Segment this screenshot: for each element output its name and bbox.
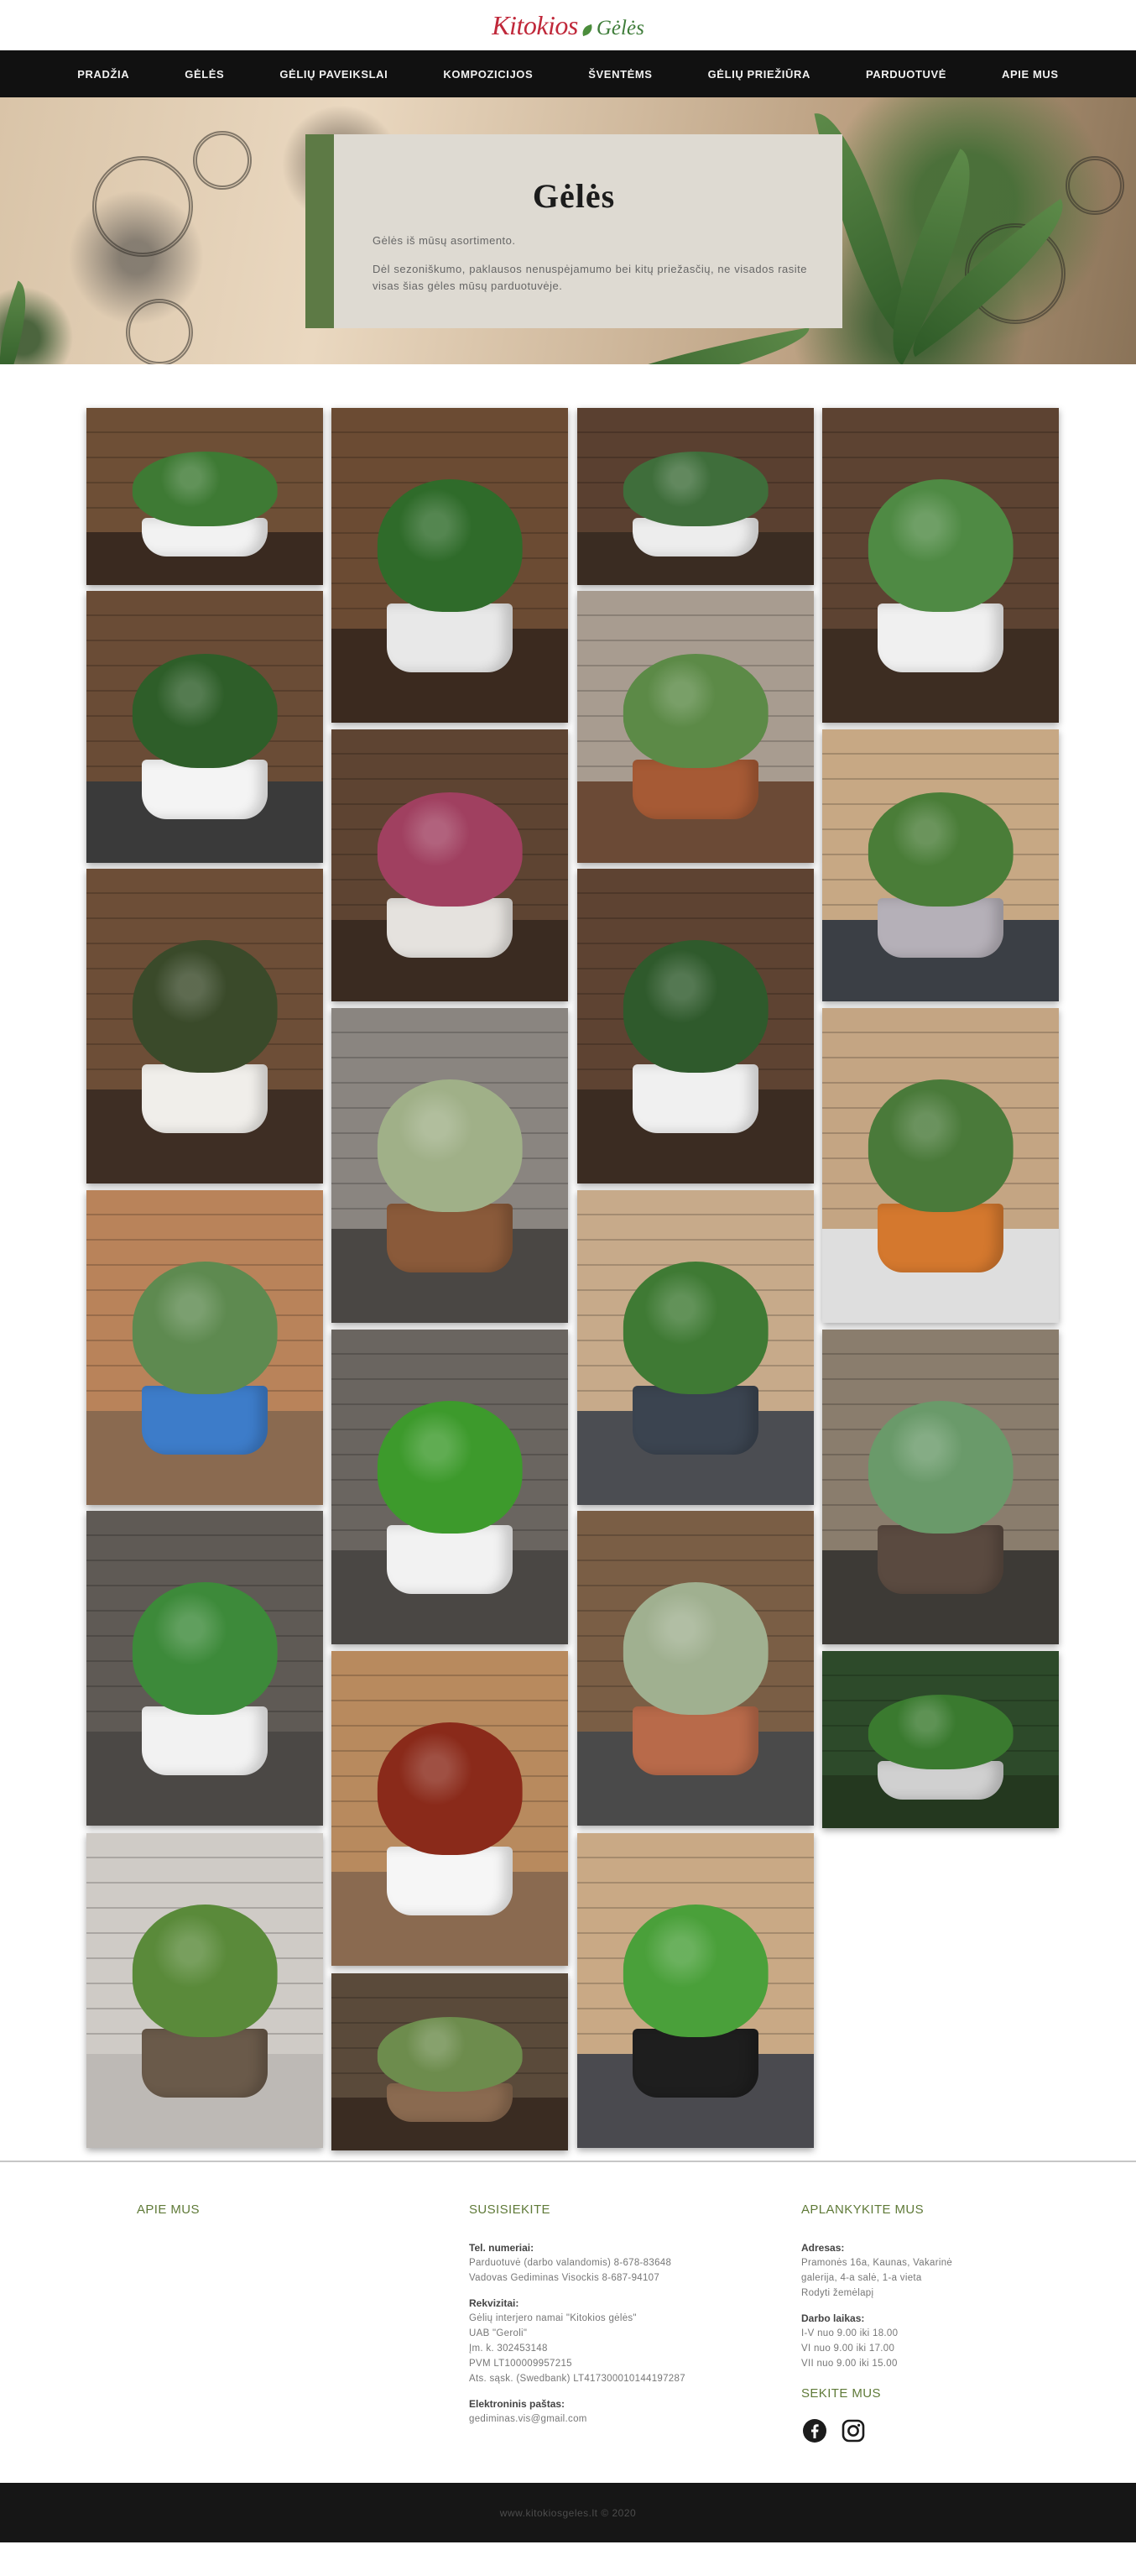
requisite-line: PVM LT100009957215: [469, 2359, 572, 2369]
gallery-photo-crassula-white-pot[interactable]: [577, 1190, 814, 1505]
gallery-photo-fern-like-green-plant[interactable]: [822, 1651, 1059, 1828]
hero-spiral-decoration: [92, 156, 193, 257]
gallery-photo-hoya-vine-stakes[interactable]: [86, 1833, 323, 2148]
nav-item-parduotuve[interactable]: PARDUOTUVĖ: [838, 68, 974, 81]
page-title: Gėlės: [532, 177, 616, 215]
logo-leaf-icon: [580, 24, 595, 36]
gallery-photo-hoya-variegated-vine[interactable]: [822, 1330, 1059, 1644]
requisite-line: Įm. k. 302453148: [469, 2343, 548, 2354]
footer-contact-column: SUSISIEKITE Tel. numeriai: Parduotuvė (d…: [469, 2202, 788, 2427]
gallery-photo-bonsai-ficus-white-pot[interactable]: [86, 591, 323, 863]
requisite-line: Gėlių interjero namai "Kitokios gėlės": [469, 2313, 637, 2323]
logo-sub-text: Gėlės: [596, 16, 644, 39]
gallery-photo-three-potted-green-plants[interactable]: [331, 408, 568, 723]
gallery-photo-three-haworthia-succulents[interactable]: [331, 1008, 568, 1323]
hero-spiral-decoration: [126, 299, 193, 364]
main-navigation: PRADŽIA GĖLĖS GĖLIŲ PAVEIKSLAI KOMPOZICI…: [0, 50, 1136, 97]
nav-item-sventems[interactable]: ŠVENTĖMS: [560, 68, 680, 81]
phones-label: Tel. numeriai:: [469, 2242, 534, 2254]
copyright-bar: www.kitokiosgeles.lt © 2020: [0, 2483, 1136, 2542]
requisite-line: UAB "Geroli": [469, 2328, 528, 2338]
hours-line: VII nuo 9.00 iki 15.00: [801, 2359, 898, 2369]
nav-item-geles[interactable]: GĖLĖS: [157, 68, 252, 81]
footer-visit-heading: APLANKYKITE MUS: [801, 2202, 925, 2217]
site-header: Kitokios Gėlės: [0, 0, 1136, 50]
gallery-photo-red-peperomia-plant[interactable]: [331, 1651, 568, 1966]
footer-about-heading: APIE MUS: [137, 2202, 200, 2217]
gallery-photo-small-tree-grey-pot[interactable]: [822, 729, 1059, 1001]
footer-about-column: APIE MUS: [137, 2202, 200, 2242]
address-label: Adresas:: [801, 2242, 845, 2254]
site-footer: APIE MUS SUSISIEKITE Tel. numeriai: Pard…: [0, 2161, 1136, 2483]
hero-intro-text: Gėlės iš mūsų asortimento.: [373, 234, 516, 247]
email-link[interactable]: gediminas.vis@gmail.com: [469, 2411, 788, 2427]
nav-item-geliu-paveikslai[interactable]: GĖLIŲ PAVEIKSLAI: [252, 68, 415, 81]
gallery-photo-air-plant-wooden-block[interactable]: [577, 869, 814, 1183]
hero-card-accent: [305, 134, 334, 328]
gallery-photo-haworthia-blue-jug[interactable]: [86, 1190, 323, 1505]
hero-spiral-decoration: [1066, 156, 1124, 215]
phone-shop[interactable]: Parduotuvė (darbo valandomis) 8-678-8364…: [469, 2255, 788, 2270]
phone-manager[interactable]: Vadovas Gediminas Visockis 8-687-94107: [469, 2270, 788, 2286]
social-links: [801, 2417, 1019, 2444]
map-link[interactable]: Rodyti žemėlapį: [801, 2286, 1019, 2301]
email-label: Elektroninis paštas:: [469, 2398, 565, 2410]
gallery-photo-cactus-pink-crown[interactable]: [331, 729, 568, 1001]
logo-main-text: Kitokios: [492, 9, 578, 40]
gallery-photo-spiky-caudex-plant[interactable]: [86, 869, 323, 1183]
address-line: Pramonės 16a, Kaunas, Vakarinė: [801, 2258, 953, 2268]
hero-leaf-decoration: [0, 280, 42, 364]
nav-item-kompozicijos[interactable]: KOMPOZICIJOS: [415, 68, 560, 81]
hero-banner: Gėlės Gėlės iš mūsų asortimento. Dėl sez…: [0, 97, 1136, 364]
hero-leaf-decoration: [560, 327, 816, 364]
hours-line: I-V nuo 9.00 iki 18.00: [801, 2328, 899, 2338]
gallery-photo-hoya-ring-trellis[interactable]: [577, 1833, 814, 2148]
footer-follow-heading: SEKITE MUS: [801, 2386, 881, 2401]
gallery-photo-tillandsia-pink-air-plant[interactable]: [577, 1511, 814, 1826]
gallery-photo-three-succulents-white-pots[interactable]: [577, 408, 814, 585]
hero-spiral-decoration: [193, 131, 252, 190]
hours-label: Darbo laikas:: [801, 2312, 865, 2324]
nav-item-pradzia[interactable]: PRADŽIA: [50, 68, 157, 81]
facebook-icon[interactable]: [801, 2417, 828, 2444]
gallery-photo-gymnocalycium-cacti-tray[interactable]: [822, 1008, 1059, 1323]
requisites-label: Rekvizitai:: [469, 2297, 519, 2309]
gallery-photo-euphorbia-obesa-white-pot[interactable]: [86, 1511, 323, 1826]
site-logo[interactable]: Kitokios Gėlės: [492, 10, 644, 41]
gallery-photo-variegated-peperomia-tray[interactable]: [331, 1973, 568, 2150]
copyright-text: www.kitokiosgeles.lt © 2020: [499, 2506, 637, 2519]
hero-note-text: Dėl sezoniškumo, paklausos nenuspėjamumo…: [373, 263, 807, 292]
plant-gallery: [0, 364, 1136, 2161]
instagram-icon[interactable]: [840, 2417, 867, 2444]
hours-line: VI nuo 9.00 iki 17.00: [801, 2343, 895, 2354]
hero-text-card: Gėlės Gėlės iš mūsų asortimento. Dėl sez…: [305, 134, 842, 328]
gallery-photo-two-aloe-succulents[interactable]: [822, 408, 1059, 723]
footer-contact-heading: SUSISIEKITE: [469, 2202, 550, 2217]
nav-item-geliu-prieziura[interactable]: GĖLIŲ PRIEŽIŪRA: [680, 68, 838, 81]
footer-visit-column: APLANKYKITE MUS Adresas: Pramonės 16a, K…: [801, 2202, 1019, 2444]
nav-item-apie-mus[interactable]: APIE MUS: [974, 68, 1086, 81]
address-line: galerija, 4-a salė, 1-a vieta: [801, 2273, 922, 2283]
requisite-line: Ats. sąsk. (Swedbank) LT4173000101441972…: [469, 2374, 685, 2384]
gallery-photo-cactus-collection-terracotta[interactable]: [577, 591, 814, 863]
gallery-photo-flowering-plant-orange-berries[interactable]: [86, 408, 323, 585]
gallery-photo-twisted-bonsai-tree[interactable]: [331, 1330, 568, 1644]
